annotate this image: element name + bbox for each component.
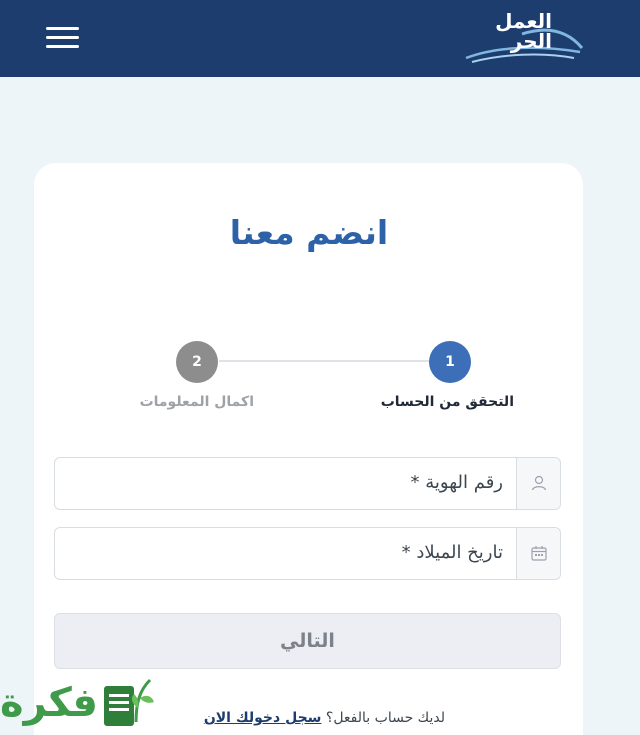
national-id-addon	[516, 458, 560, 509]
calendar-icon	[531, 546, 547, 561]
logo-text-line2: الحر	[510, 29, 553, 53]
step-1-circle: 1	[429, 341, 471, 383]
page-title: انضم معنا	[229, 213, 389, 252]
birth-date-placeholder: تاريخ الميلاد *	[401, 542, 503, 563]
hamburger-menu-icon[interactable]	[46, 26, 80, 50]
national-id-placeholder: رقم الهوية *	[410, 472, 503, 493]
logo-text-line1: العمل	[495, 9, 553, 33]
menu-bar-line	[46, 27, 79, 30]
menu-bar-line	[46, 36, 79, 39]
menu-bar-line	[46, 45, 79, 48]
birth-date-addon	[516, 528, 560, 579]
watermark-logo: فكرة	[0, 672, 160, 735]
step-1-label: التحقق من الحساب	[380, 394, 514, 410]
step-2-circle: 2	[176, 341, 218, 383]
next-button[interactable]: التالي	[54, 613, 561, 669]
watermark-text: فكرة	[0, 680, 98, 726]
top-navbar: العمل الحر	[0, 0, 640, 77]
book-plant-icon	[104, 678, 154, 726]
step-2-label: اكمال المعلومات	[139, 394, 254, 410]
login-prompt-text: لديك حساب بالفعل؟	[325, 710, 445, 726]
stepper-connector	[219, 360, 430, 362]
user-icon	[531, 475, 547, 491]
login-prompt-row: لديك حساب بالفعل؟ سجل دخولك الان	[204, 710, 445, 726]
login-link[interactable]: سجل دخولك الان	[204, 710, 322, 726]
national-id-field[interactable]: رقم الهوية *	[54, 457, 561, 510]
birth-date-field[interactable]: تاريخ الميلاد *	[54, 527, 561, 580]
site-logo[interactable]: العمل الحر	[462, 8, 586, 68]
